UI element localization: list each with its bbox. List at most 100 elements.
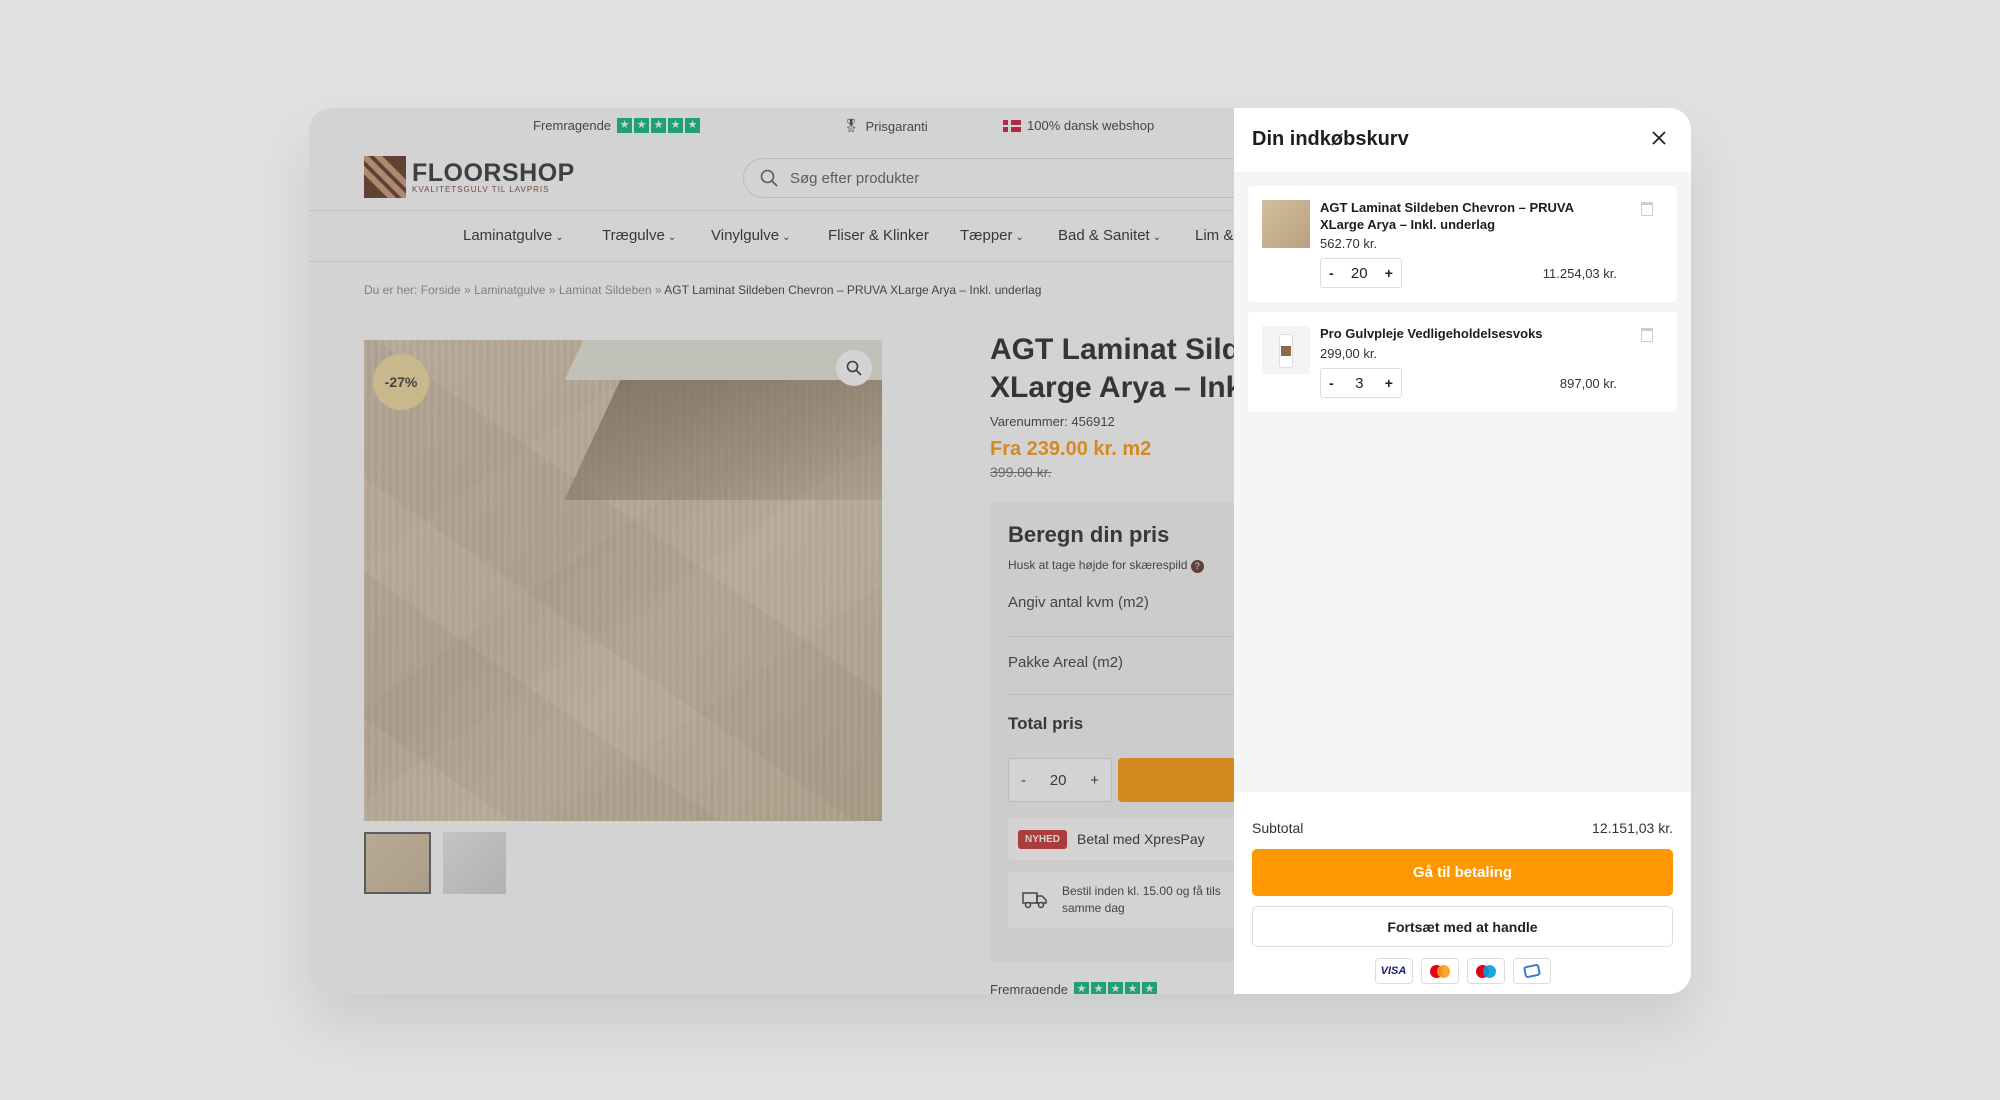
nav-label: Tæpper (960, 227, 1013, 244)
total-price-label: Total pris (1008, 714, 1084, 733)
floorshop-logo[interactable]: FLOORSHOP KVALITETSGULV TIL LAVPRIS (364, 156, 575, 198)
cart-plus-button[interactable]: + (1385, 375, 1393, 391)
nav-label: Bad & Sanitet (1058, 227, 1150, 244)
product-thumbnail[interactable] (443, 832, 506, 894)
cart-footer: Subtotal 12.151,03 kr. Gå til betaling F… (1234, 792, 1691, 994)
subtotal-label: Subtotal (1252, 820, 1304, 836)
star-icon: ★ (1125, 982, 1141, 994)
nav-label: Trægulve (602, 227, 665, 244)
cart-minus-button[interactable]: - (1329, 375, 1334, 391)
continue-shopping-button[interactable]: Fortsæt med at handle (1252, 906, 1673, 947)
checkout-button[interactable]: Gå til betaling (1252, 849, 1673, 896)
cart-minus-button[interactable]: - (1329, 265, 1334, 281)
zoom-button[interactable] (836, 350, 872, 386)
star-icon: ★ (1142, 982, 1158, 994)
trustpilot-rating[interactable]: Fremragende ★ ★ ★ ★ ★ (533, 118, 701, 133)
product-thumbnail[interactable] (364, 832, 431, 894)
maestro-icon (1466, 958, 1505, 984)
nav-item-vinylgulve[interactable]: Vinylgulve ⌄ (711, 227, 791, 244)
cart-drawer: Din indkøbskurv AGT Laminat Sildeben Che… (1234, 108, 1691, 994)
chevron-down-icon: ⌄ (1015, 232, 1024, 243)
cart-item-image[interactable] (1262, 200, 1310, 248)
calculator-hint-text: Husk at tage højde for skærespild (1008, 558, 1188, 572)
cart-plus-button[interactable]: + (1385, 265, 1393, 281)
nav-item-fliser-klinker[interactable]: Fliser & Klinker (828, 227, 929, 244)
breadcrumb-link-category[interactable]: Laminatgulve (474, 283, 545, 297)
price-guarantee[interactable]: 🎖 Prisgaranti (843, 118, 928, 134)
package-area-label: Pakke Areal (m2) (1008, 654, 1124, 671)
close-icon (1652, 131, 1666, 145)
truck-icon (1022, 892, 1047, 909)
visa-text: VISA (1380, 965, 1407, 977)
search-icon (760, 169, 778, 187)
cart-quantity-stepper: - 20 + (1320, 258, 1402, 288)
cart-quantity-value[interactable]: 3 (1355, 375, 1363, 392)
close-cart-button[interactable] (1645, 124, 1673, 152)
product-sku: Varenummer: 456912 (990, 414, 1115, 429)
logo-title: FLOORSHOP (412, 158, 575, 187)
discount-badge: -27% (373, 354, 429, 410)
product-main-image[interactable] (364, 340, 882, 821)
chevron-down-icon: ⌄ (667, 232, 677, 243)
star-icon: ★ (668, 118, 684, 133)
nav-item-bad-sanitet[interactable]: Bad & Sanitet ⌄ (1058, 227, 1161, 244)
breadcrumb-link-subcategory[interactable]: Laminat Sildeben (559, 283, 652, 297)
breadcrumb-link-home[interactable]: Forside (421, 283, 461, 297)
breadcrumb: Du er her: Forside » Laminatgulve » Lami… (364, 283, 1041, 297)
search-input[interactable] (788, 168, 1088, 188)
cart-item: Pro Gulvpleje Vedligeholdelsesvoks 299,0… (1248, 312, 1677, 412)
cart-title: Din indkøbskurv (1252, 128, 1409, 150)
breadcrumb-separator: » (654, 283, 662, 297)
nav-label: Vinylgulve (711, 227, 780, 244)
visa-icon: VISA (1374, 958, 1413, 984)
trash-icon[interactable] (1641, 328, 1653, 342)
price-guarantee-label: Prisgaranti (865, 118, 928, 134)
delivery-text: samme dag (1062, 901, 1125, 915)
breadcrumb-prefix: Du er her: (364, 283, 418, 297)
breadcrumb-current: AGT Laminat Sildeben Chevron – PRUVA XLa… (664, 283, 1042, 297)
browser-frame: Fremragende ★ ★ ★ ★ ★ 🎖 Prisgaranti 100%… (309, 108, 1691, 994)
danish-webshop[interactable]: 100% dansk webshop (1003, 118, 1154, 133)
breadcrumb-separator: » (548, 283, 556, 297)
search-bar[interactable] (743, 158, 1263, 198)
nav-item-laminatgulve[interactable]: Laminatgulve ⌄ (463, 227, 564, 244)
quantity-minus-button[interactable]: - (1021, 772, 1026, 789)
new-badge: NYHED (1018, 829, 1068, 849)
delivery-text: Bestil inden kl. 15.00 og få tils (1062, 884, 1221, 898)
trustpilot-stars: ★ ★ ★ ★ ★ (617, 118, 701, 133)
mastercard-icon (1420, 958, 1459, 984)
star-icon: ★ (617, 118, 633, 133)
quantity-plus-button[interactable]: + (1090, 772, 1099, 789)
rating-label: Fremragende (533, 118, 612, 133)
cart-item-name[interactable]: Pro Gulvpleje Vedligeholdelsesvoks (1320, 325, 1600, 342)
nav-item-lim[interactable]: Lim & (1195, 227, 1233, 244)
star-icon: ★ (1074, 982, 1090, 994)
xprespay-label: Betal med XpresPay (1077, 831, 1205, 847)
help-icon[interactable]: ? (1190, 560, 1204, 573)
star-icon: ★ (634, 118, 650, 133)
cart-item-name[interactable]: AGT Laminat Sildeben Chevron – PRUVA XLa… (1320, 199, 1600, 233)
logo-mark-icon (364, 156, 406, 198)
product-price: Fra 239.00 kr. m2 (990, 438, 1152, 460)
product-title-line: AGT Laminat Silde (990, 333, 1257, 366)
cart-item-image[interactable] (1262, 326, 1310, 374)
star-icon: ★ (651, 118, 667, 133)
trash-icon[interactable] (1641, 202, 1653, 216)
chevron-down-icon: ⌄ (1152, 232, 1162, 243)
nav-item-taepper[interactable]: Tæpper ⌄ (960, 227, 1024, 244)
rating-label: Fremragende (990, 982, 1069, 994)
bottom-trustpilot-rating: Fremragende ★ ★ ★ ★ ★ (990, 982, 1158, 994)
breadcrumb-separator: » (464, 283, 471, 297)
area-input-label[interactable]: Angiv antal kvm (m2) (1008, 594, 1149, 611)
cart-quantity-value[interactable]: 20 (1351, 265, 1368, 282)
subtotal-value: 12.151,03 kr. (1592, 820, 1673, 836)
cart-quantity-stepper: - 3 + (1320, 368, 1402, 398)
nav-item-traegulve[interactable]: Trægulve ⌄ (602, 227, 676, 244)
quantity-value[interactable]: 20 (1050, 772, 1067, 789)
payment-methods: VISA (1234, 958, 1691, 984)
danish-webshop-label: 100% dansk webshop (1027, 118, 1155, 133)
zoom-icon (846, 360, 862, 376)
nav-label: Fliser & Klinker (828, 227, 929, 244)
cart-item-total: 897,00 kr. (1559, 376, 1617, 391)
award-icon: 🎖 (843, 118, 860, 133)
